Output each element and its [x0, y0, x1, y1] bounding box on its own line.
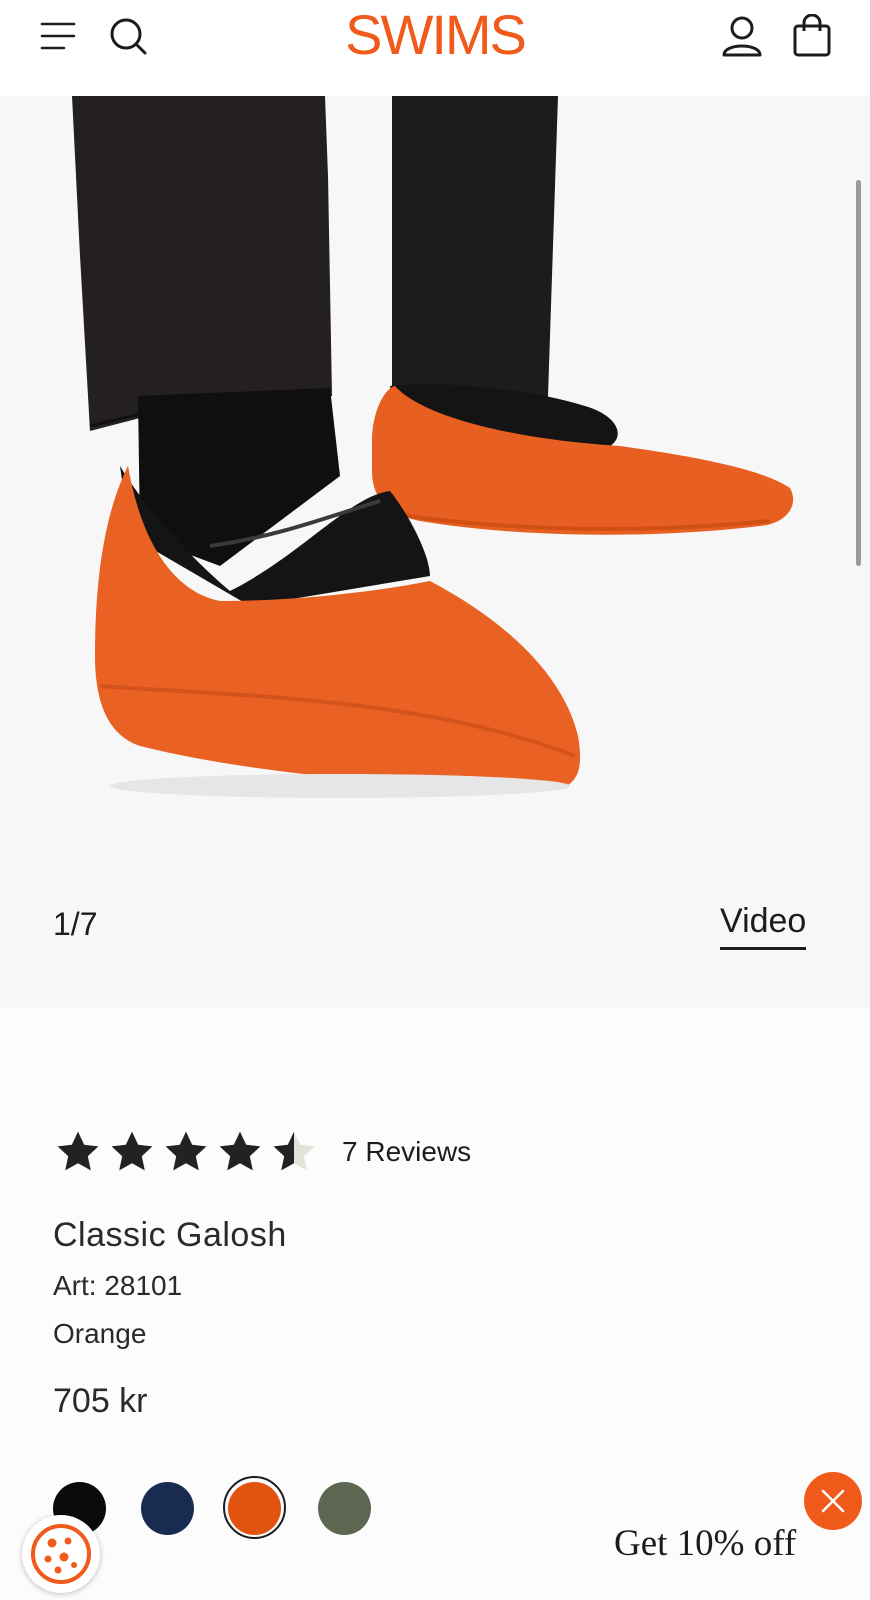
close-icon [821, 1489, 845, 1513]
star-icon [219, 1131, 261, 1171]
search-button[interactable] [102, 10, 154, 62]
scrollbar[interactable] [856, 180, 861, 566]
account-icon [722, 16, 762, 57]
gallery-counter: 1/7 [53, 906, 98, 942]
cart-button[interactable] [786, 10, 838, 62]
star-icon [165, 1131, 207, 1171]
cart-icon [793, 14, 831, 57]
site-header: SWIMS [0, 0, 870, 96]
menu-button[interactable] [32, 10, 84, 62]
discount-promo[interactable]: Get 10% off [614, 1522, 796, 1565]
product-photo [72, 96, 794, 798]
cookie-icon [31, 1524, 91, 1584]
swatch-orange[interactable] [228, 1482, 281, 1535]
product-price: 705 kr [53, 1382, 148, 1420]
product-title: Classic Galosh [53, 1216, 287, 1254]
brand-logo[interactable]: SWIMS [325, 2, 545, 66]
swatch-navy[interactable] [141, 1482, 194, 1535]
menu-icon [40, 22, 76, 50]
video-link[interactable]: Video [720, 902, 807, 950]
star-icon [111, 1131, 153, 1171]
product-color: Orange [53, 1318, 147, 1349]
account-button[interactable] [716, 10, 768, 62]
article-number: Art: 28101 [53, 1270, 183, 1301]
swatch-olive[interactable] [318, 1482, 371, 1535]
cookie-settings-button[interactable] [22, 1515, 100, 1593]
promo-close-button[interactable] [804, 1472, 862, 1530]
reviews-link[interactable]: 7 Reviews [342, 1136, 471, 1168]
half-star-icon [273, 1131, 315, 1171]
star-icon [57, 1131, 99, 1171]
rating-row: 7 Reviews [54, 1128, 471, 1176]
search-icon [110, 18, 147, 55]
product-gallery[interactable]: 1/7 Video [0, 96, 870, 1008]
